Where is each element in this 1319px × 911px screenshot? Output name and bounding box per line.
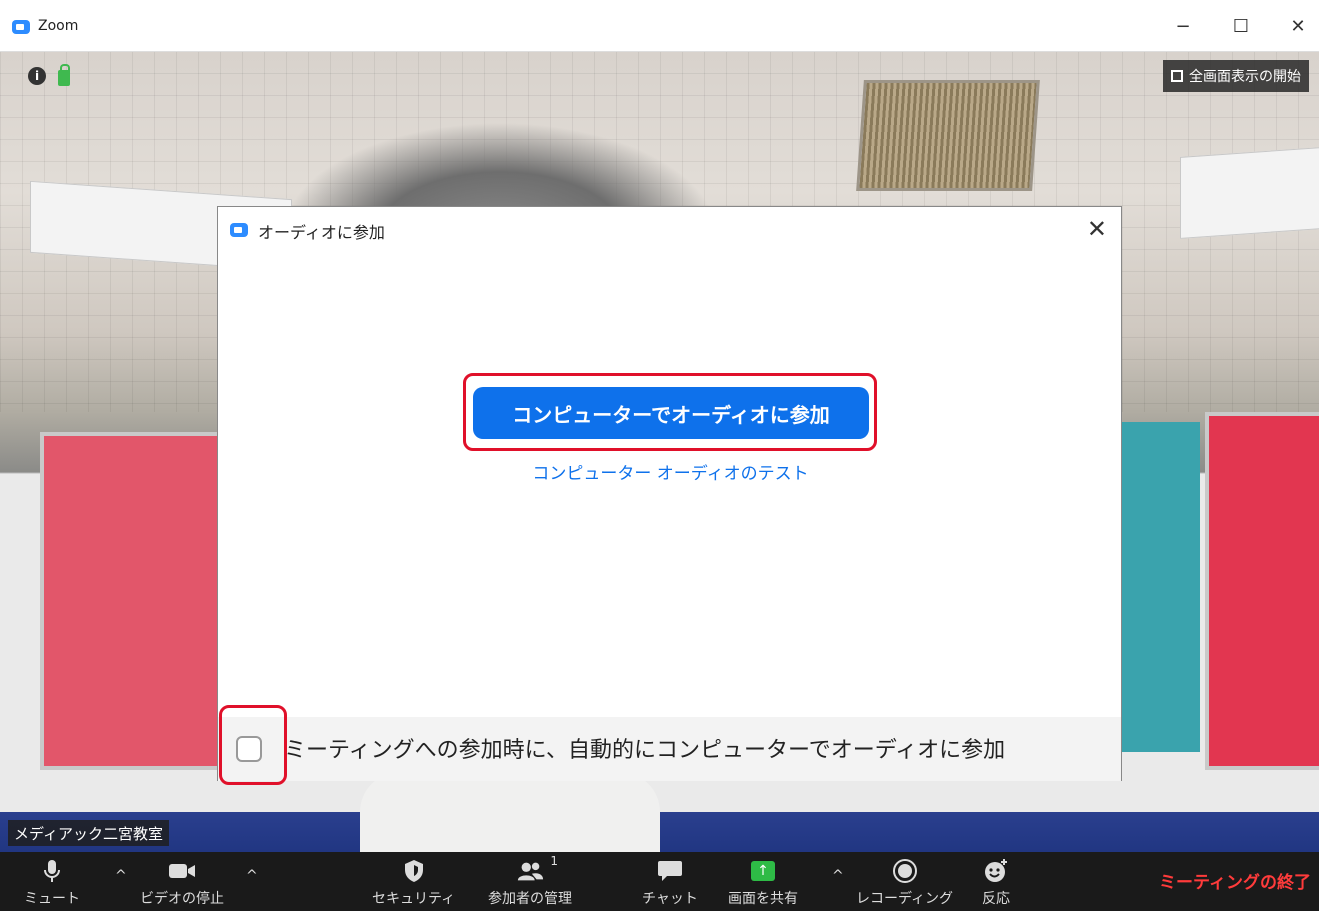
maximize-button[interactable]: ☐ bbox=[1220, 10, 1262, 42]
zoom-app-icon bbox=[12, 20, 30, 34]
participant-name-label: メディアック二宮教室 bbox=[8, 820, 169, 846]
stop-video-button[interactable]: ビデオの停止 bbox=[140, 858, 224, 908]
ceiling-vent bbox=[856, 80, 1040, 191]
fullscreen-label: 全画面表示の開始 bbox=[1189, 69, 1301, 85]
recording-label: レコーディング bbox=[856, 891, 954, 907]
audio-options-caret[interactable]: ^ bbox=[115, 868, 127, 884]
security-button[interactable]: セキュリティ bbox=[372, 858, 455, 908]
security-label: セキュリティ bbox=[372, 891, 456, 907]
poster-teal bbox=[1120, 422, 1200, 752]
auto-join-audio-label[interactable]: ミーティングへの参加時に、自動的にコンピューターでオーディオに参加 bbox=[284, 732, 1005, 764]
person-mask bbox=[360, 772, 660, 852]
reactions-label: 反応 bbox=[982, 891, 1010, 907]
participants-count: 1 bbox=[550, 854, 558, 868]
minimize-button[interactable]: − bbox=[1162, 10, 1204, 42]
test-link-label: コンピューター オーディオのテスト bbox=[532, 464, 809, 484]
participants-label: 参加者の管理 bbox=[488, 891, 572, 907]
mute-label: ミュート bbox=[24, 891, 80, 907]
end-meeting-button[interactable]: ミーティングの終了 bbox=[1159, 868, 1311, 893]
auto-join-audio-checkbox[interactable] bbox=[236, 736, 262, 762]
dialog-title: オーディオに参加 bbox=[258, 223, 385, 242]
video-camera-icon bbox=[168, 858, 196, 884]
participants-button[interactable]: 1 参加者の管理 bbox=[488, 854, 572, 908]
window-title: Zoom bbox=[38, 18, 79, 34]
ceiling-light-right bbox=[1180, 147, 1319, 239]
share-screen-label: 画面を共有 bbox=[728, 891, 798, 907]
recording-button[interactable]: レコーディング bbox=[856, 858, 953, 908]
chat-button[interactable]: チャット bbox=[642, 858, 698, 908]
test-computer-audio-link[interactable]: コンピューター オーディオのテスト bbox=[218, 459, 1123, 484]
fullscreen-icon bbox=[1171, 70, 1183, 82]
shield-icon bbox=[400, 858, 428, 884]
reactions-button[interactable]: 反応 bbox=[982, 858, 1010, 908]
chat-label: チャット bbox=[642, 891, 698, 907]
join-computer-audio-button[interactable]: コンピューターでオーディオに参加 bbox=[473, 387, 869, 439]
record-icon bbox=[891, 858, 919, 884]
lock-icon[interactable] bbox=[58, 64, 70, 86]
dialog-close-button[interactable]: ✕ bbox=[1087, 215, 1107, 243]
window-close-button[interactable]: ✕ bbox=[1277, 10, 1319, 42]
zoom-dialog-icon bbox=[230, 223, 248, 237]
emoji-add-icon bbox=[982, 858, 1010, 884]
microphone-icon bbox=[38, 858, 66, 884]
meeting-info-icons: i bbox=[28, 64, 70, 86]
share-screen-button[interactable]: ↑ 画面を共有 bbox=[728, 858, 798, 908]
fullscreen-button[interactable]: 全画面表示の開始 bbox=[1163, 60, 1309, 92]
poster-right bbox=[1205, 412, 1319, 770]
participants-icon: 1 bbox=[516, 854, 558, 884]
title-bar: Zoom − ☐ ✕ bbox=[0, 0, 1319, 52]
info-icon[interactable]: i bbox=[28, 67, 46, 85]
share-options-caret[interactable]: ^ bbox=[832, 868, 844, 884]
mute-button[interactable]: ミュート bbox=[24, 858, 80, 908]
stop-video-label: ビデオの停止 bbox=[140, 891, 224, 907]
video-options-caret[interactable]: ^ bbox=[246, 868, 258, 884]
meeting-toolbar: ミュート ^ ビデオの停止 ^ セキュリティ 1 参加者の管理 チャット ↑ 画… bbox=[0, 852, 1319, 911]
chat-icon bbox=[656, 858, 684, 884]
join-audio-dialog: オーディオに参加 ✕ コンピューターでオーディオに参加 コンピューター オーディ… bbox=[217, 206, 1123, 785]
share-screen-icon: ↑ bbox=[749, 858, 777, 884]
